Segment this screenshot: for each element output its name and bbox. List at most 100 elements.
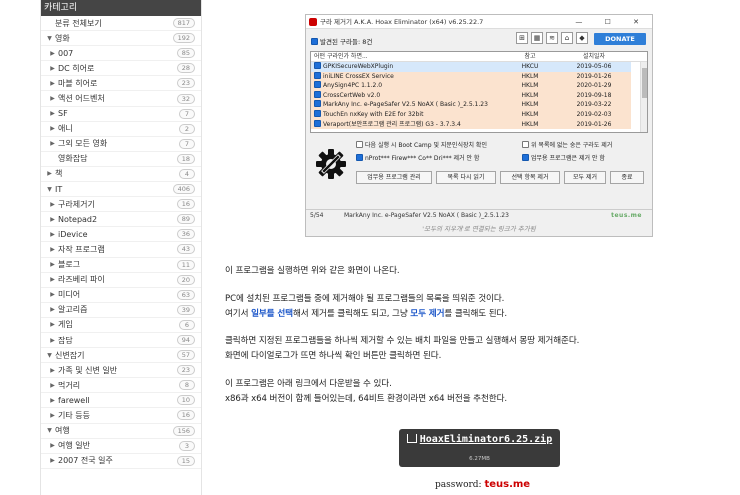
checkbox[interactable] <box>522 154 529 161</box>
category-item[interactable]: ▶ 미디어 63 <box>41 288 201 303</box>
item-checkbox[interactable] <box>314 100 321 108</box>
category-item[interactable]: ▶ 기타 등등 16 <box>41 408 201 424</box>
item-checkbox[interactable] <box>314 90 321 98</box>
remove-selected-button[interactable]: 선택 항목 제거 <box>500 171 560 184</box>
item-checkbox[interactable] <box>314 81 321 89</box>
expand-right-icon[interactable]: ▶ <box>47 367 58 374</box>
checkbox[interactable] <box>356 154 363 161</box>
expand-right-icon[interactable]: ▶ <box>47 140 58 147</box>
item-checkbox[interactable] <box>314 119 321 127</box>
category-item[interactable]: ▶ 가족 및 신변 일반 23 <box>41 363 201 379</box>
expand-right-icon[interactable]: ▶ <box>47 201 58 208</box>
category-item[interactable]: ▶ 액션 어드벤처 32 <box>41 91 201 107</box>
grid-icon[interactable]: ▦ <box>531 32 543 44</box>
expand-right-icon[interactable]: ▶ <box>47 442 58 449</box>
expand-right-icon[interactable]: ▶ <box>47 216 58 223</box>
category-item[interactable]: ▶ 구라제거기 16 <box>41 197 201 213</box>
link-select-some[interactable]: 일부를 선택 <box>251 309 293 319</box>
item-checkbox[interactable] <box>314 109 321 117</box>
item-checkbox[interactable] <box>314 71 321 79</box>
windows-icon[interactable]: ⊞ <box>516 32 528 44</box>
expand-right-icon[interactable]: ▶ <box>47 291 58 298</box>
option-list-delete[interactable]: 위 목록에 없는 숭은 구라도 제거 <box>522 140 612 149</box>
download-filename[interactable]: HoaxEliminator6.25.zip <box>399 434 560 445</box>
category-item[interactable]: ▶ Notepad2 89 <box>41 212 201 228</box>
item-checkbox[interactable] <box>314 62 321 69</box>
category-item[interactable]: ▶ 게임 6 <box>41 318 201 333</box>
diamond-icon[interactable]: ◆ <box>576 32 588 44</box>
category-item[interactable]: ▶ DC 히어로 28 <box>41 61 201 77</box>
category-item[interactable]: ▶ 블로그 11 <box>41 258 201 273</box>
home-icon[interactable]: ⌂ <box>561 32 573 44</box>
option-boot-camp[interactable]: 다음 실행 시 Boot Camp 및 지문인식장치 확인 <box>356 140 487 149</box>
expand-down-icon[interactable]: ▼ <box>44 35 55 42</box>
link-remove-all[interactable]: 모두 제거 <box>410 309 444 319</box>
expand-right-icon[interactable]: ▶ <box>47 50 58 57</box>
category-item[interactable]: ▶ 라즈베리 파이 20 <box>41 273 201 288</box>
category-item[interactable]: ▶ 007 85 <box>41 46 201 62</box>
category-item[interactable]: ▶ farewell 10 <box>41 393 201 409</box>
expand-down-icon[interactable]: ▼ <box>44 427 55 434</box>
checkbox[interactable] <box>522 141 529 148</box>
list-item[interactable]: Veraport(보안프로그램 관리 프로그램) G3 - 3.7.3.4 HKL… <box>311 119 647 130</box>
download-button[interactable]: HoaxEliminator6.25.zip 6.27MB <box>399 429 560 467</box>
category-item[interactable]: ▶ SF 7 <box>41 107 201 122</box>
category-item[interactable]: ▶ iDevice 36 <box>41 227 201 243</box>
list-item[interactable]: AnySign4PC 1.1.2.0 HKLM 2020-01-29 <box>311 81 647 91</box>
checkbox[interactable] <box>356 141 363 148</box>
remove-all-button[interactable]: 모두 제거 <box>564 171 606 184</box>
list-scrollbar[interactable] <box>640 62 647 132</box>
scrollbar-thumb[interactable] <box>642 68 647 98</box>
expand-right-icon[interactable]: ▶ <box>47 397 58 404</box>
category-item[interactable]: ▶ 먹거리 8 <box>41 378 201 394</box>
category-item[interactable]: 영화잡담 18 <box>41 152 201 167</box>
option-work-delete[interactable]: 업무용 프로그램은 제거 안 함 <box>522 153 605 162</box>
list-item[interactable]: CrossCertWeb v2.0 HKLM 2019-09-18 <box>311 90 647 101</box>
expand-right-icon[interactable]: ▶ <box>47 110 58 117</box>
list-item[interactable]: iniLINE CrossEX Service HKLM 2019-01-26 <box>311 71 647 82</box>
expand-down-icon[interactable]: ▼ <box>44 352 55 359</box>
window-controls[interactable]: — ☐ ✕ <box>575 15 649 29</box>
column-name[interactable]: 어떤 구라인가 하면... <box>311 52 503 61</box>
expand-right-icon[interactable]: ▶ <box>47 261 58 268</box>
flag-icon[interactable]: ≋ <box>546 32 558 44</box>
expand-down-icon[interactable]: ▼ <box>44 186 55 193</box>
expand-right-icon[interactable]: ▶ <box>47 231 58 238</box>
category-item[interactable]: ▼ 영화 192 <box>41 31 201 47</box>
category-item[interactable]: ▶ 여행 일반 3 <box>41 439 201 454</box>
exit-button[interactable]: 종료 <box>610 171 644 184</box>
expand-right-icon[interactable]: ▶ <box>47 382 58 389</box>
category-item[interactable]: ▶ 알고리즘 39 <box>41 303 201 318</box>
expand-right-icon[interactable]: ▶ <box>47 457 58 464</box>
reload-list-button[interactable]: 목록 다시 읽기 <box>436 171 496 184</box>
list-item[interactable]: MarkAny Inc. e-PageSafer V2.5 NoAX ( Bas… <box>311 100 647 110</box>
expand-right-icon[interactable]: ▶ <box>47 125 58 132</box>
select-all-checkbox[interactable] <box>311 38 318 45</box>
expand-right-icon[interactable]: ▶ <box>47 80 58 87</box>
category-item[interactable]: ▶ 마블 히어로 23 <box>41 76 201 92</box>
list-item[interactable]: TouchEn nxKey with E2E for 32bit HKLM 2019… <box>311 109 647 120</box>
expand-right-icon[interactable]: ▶ <box>47 276 58 283</box>
expand-right-icon[interactable]: ▶ <box>44 170 55 177</box>
category-item[interactable]: ▼ 신변잡기 57 <box>41 348 201 364</box>
expand-right-icon[interactable]: ▶ <box>47 412 58 419</box>
donate-button[interactable]: DONATE <box>594 33 646 45</box>
column-ref[interactable]: 참고 <box>503 52 557 61</box>
list-item[interactable]: GPKISecureWebXPlugin HKCU 2019-05-06 <box>311 62 647 72</box>
category-item[interactable]: ▶ 애니 2 <box>41 122 201 137</box>
manage-work-programs-button[interactable]: 업무용 프로그램 관리 <box>356 171 432 184</box>
category-item[interactable]: ▶ 잡담 94 <box>41 333 201 349</box>
expand-right-icon[interactable]: ▶ <box>47 95 58 102</box>
category-item[interactable]: ▶ 책 4 <box>41 167 201 183</box>
category-item[interactable]: 분류 전체보기 817 <box>41 16 201 32</box>
expand-right-icon[interactable]: ▶ <box>47 337 58 344</box>
category-item[interactable]: ▼ 여행 156 <box>41 424 201 439</box>
category-item[interactable]: ▶ 2007 전국 일주 15 <box>41 454 201 469</box>
expand-right-icon[interactable]: ▶ <box>47 306 58 313</box>
column-date[interactable]: 설치일자 <box>557 52 631 61</box>
program-list[interactable]: 어떤 구라인가 하면... 참고 설치일자 GPKISecureWebXPlug… <box>310 51 648 133</box>
expand-right-icon[interactable]: ▶ <box>47 65 58 72</box>
category-item[interactable]: ▼ IT 406 <box>41 182 201 198</box>
option-nprot[interactable]: nProt*** Firew*** Co** Dri*** 제거 안 함 <box>356 153 479 162</box>
expand-right-icon[interactable]: ▶ <box>47 246 58 253</box>
